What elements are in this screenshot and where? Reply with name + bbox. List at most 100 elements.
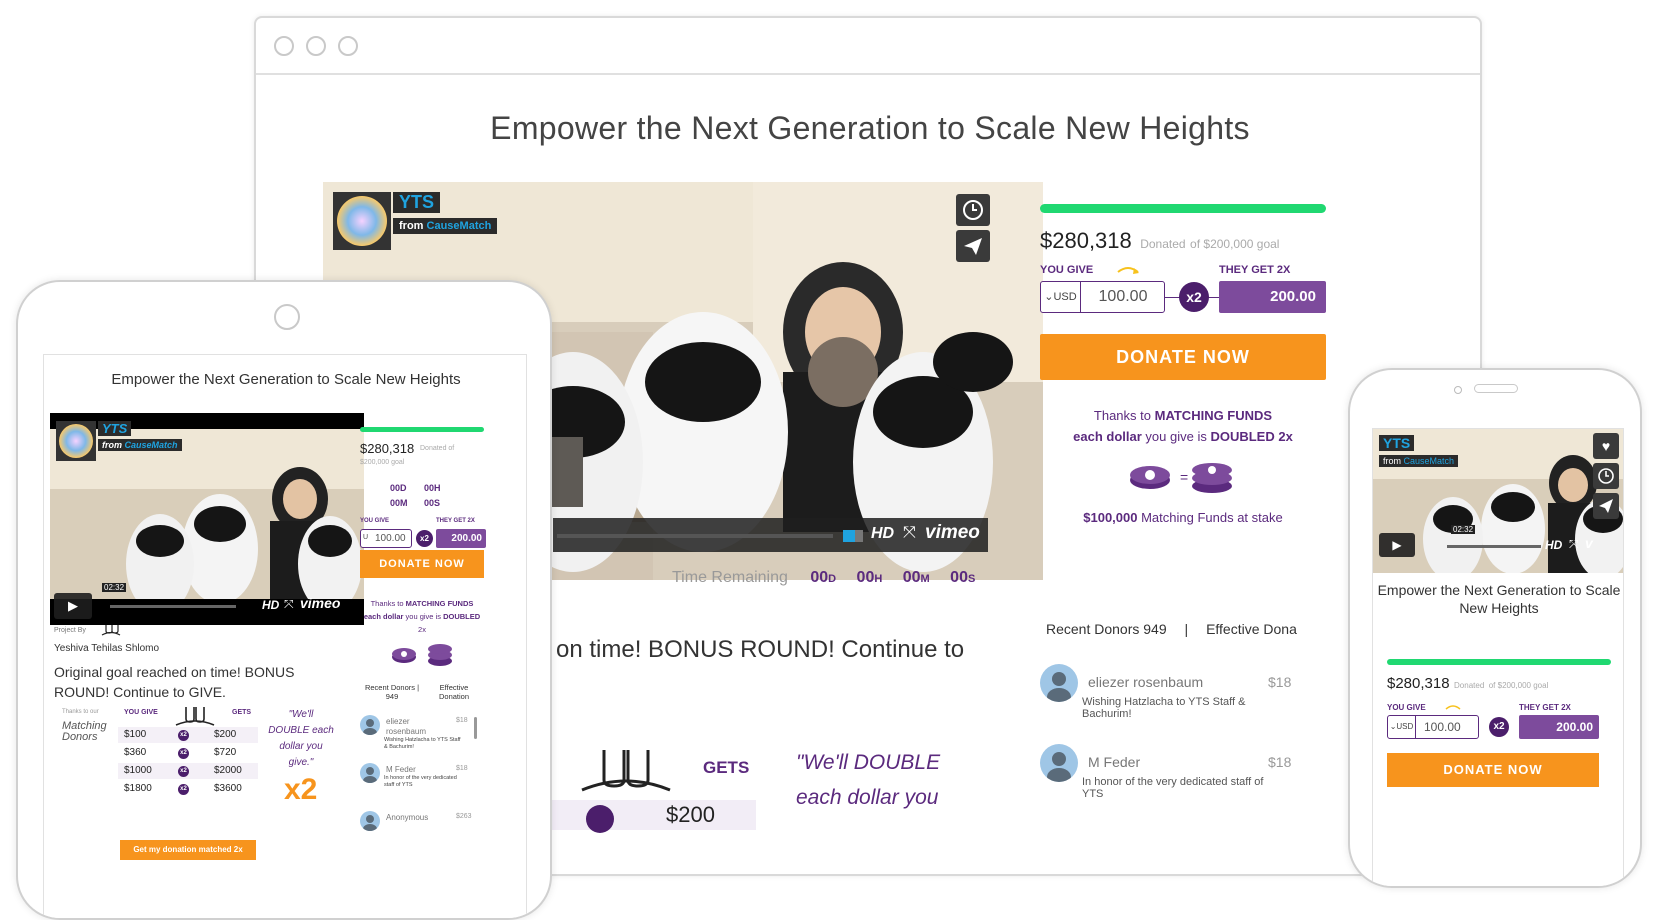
donated-amount: $280,318 bbox=[1387, 675, 1450, 692]
channel-name[interactable]: YTS bbox=[1379, 435, 1415, 451]
play-button[interactable]: ▶ bbox=[1379, 533, 1415, 557]
donated-summary: $280,318 Donated of $200,000 goal bbox=[1040, 228, 1340, 254]
byline-brand[interactable]: CauseMatch bbox=[125, 440, 178, 450]
currency-select[interactable]: ⌄USD bbox=[1041, 282, 1081, 312]
minutes-value: 00M bbox=[902, 569, 930, 586]
video-scrubber[interactable] bbox=[557, 534, 833, 538]
tab-effective-donation[interactable]: Effective Donation bbox=[430, 683, 478, 701]
tab-effective-donation[interactable]: Effective Dona bbox=[1206, 621, 1297, 637]
donor-tabs: Recent Donors 949 | Effective Dona bbox=[1046, 621, 1306, 637]
they-get-label: THEY GET 2X bbox=[1219, 264, 1291, 276]
matching-give: $1800 bbox=[124, 783, 152, 794]
fullscreen-icon[interactable]: ⤧ bbox=[903, 524, 916, 542]
get-matched-button[interactable]: Get my donation matched 2x bbox=[120, 840, 256, 860]
vimeo-logo[interactable]: vimeo bbox=[925, 522, 980, 544]
matching-row-preview: $200 bbox=[546, 800, 756, 833]
byline-from: from bbox=[102, 440, 122, 450]
org-name[interactable]: Yeshiva Tehilas Shlomo bbox=[54, 643, 159, 654]
donor-amount: $263 bbox=[456, 813, 472, 820]
donor-message: Wishing Hatzlacha to YTS Staff & Bachuri… bbox=[384, 737, 461, 750]
channel-avatar[interactable] bbox=[333, 192, 391, 250]
window-dot-icon[interactable] bbox=[274, 36, 294, 56]
vimeo-icon[interactable]: v bbox=[1585, 535, 1593, 551]
tablet-camera-button bbox=[274, 304, 300, 330]
share-button[interactable] bbox=[956, 230, 990, 262]
vimeo-logo[interactable]: vimeo bbox=[300, 595, 340, 611]
donor-avatar bbox=[1040, 744, 1078, 782]
channel-byline: from CauseMatch bbox=[1379, 455, 1459, 467]
matching-row-amount: $200 bbox=[666, 802, 715, 827]
x2-badge bbox=[586, 805, 614, 833]
amount-input[interactable]: 100.00 bbox=[375, 533, 406, 544]
double-quote-line2: each dollar you bbox=[796, 786, 939, 809]
channel-avatar[interactable] bbox=[56, 421, 96, 461]
amount-input-group: ⌄USD 100.00 bbox=[1387, 715, 1479, 739]
heart-icon: ♥ bbox=[1601, 438, 1611, 454]
clock-icon bbox=[1598, 468, 1614, 484]
double-quote-line1: "We'll DOUBLE bbox=[796, 751, 941, 774]
video-scrubber[interactable] bbox=[1447, 545, 1541, 548]
bonus-round-text: Original goal reached on time! BONUS ROU… bbox=[54, 664, 295, 700]
tablet-screen: Empower the Next Generation to Scale New… bbox=[43, 354, 527, 918]
fullscreen-icon[interactable]: ⤧ bbox=[284, 597, 294, 612]
play-button[interactable]: ▶ bbox=[54, 593, 92, 619]
they-get-amount: 200.00 bbox=[436, 529, 486, 548]
watch-later-button[interactable] bbox=[1593, 463, 1619, 489]
you-give-label: YOU GIVE bbox=[1387, 703, 1426, 712]
gets-label: GETS bbox=[703, 758, 750, 777]
volume-icon[interactable] bbox=[843, 530, 863, 542]
multiplier-badge: x2 bbox=[1489, 717, 1509, 737]
amount-input-group: ⌄USD 100.00 bbox=[1040, 281, 1165, 313]
campaign-video[interactable]: YTS from CauseMatch ♥ ▶ 02:32 HD ⤧ v bbox=[1373, 429, 1623, 573]
big-x2-label: x2 bbox=[284, 773, 318, 806]
channel-name[interactable]: YTS bbox=[393, 192, 441, 213]
matching-funds-note: Thanks to MATCHING FUNDS each dollar you… bbox=[1073, 408, 1293, 444]
hd-toggle[interactable]: HD bbox=[871, 525, 894, 543]
donor-list-scrollbar[interactable] bbox=[474, 717, 477, 739]
coins-icon: = bbox=[1130, 463, 1232, 493]
tab-recent-donors[interactable]: Recent Donors 949 bbox=[1046, 621, 1167, 637]
you-give-header: YOU GIVE bbox=[124, 709, 158, 716]
time-remaining: Time Remaining 00D 00H 00M 00S bbox=[672, 569, 1012, 593]
byline-brand[interactable]: CauseMatch bbox=[1404, 456, 1455, 466]
donor-item: eliezer rosenbaum $18 Wishing Hatzlacha to… bbox=[360, 715, 474, 761]
x2-badge: x2 bbox=[178, 766, 189, 777]
donated-label: Donated bbox=[1454, 681, 1485, 690]
send-icon bbox=[1599, 499, 1613, 513]
channel-name[interactable]: YTS bbox=[98, 421, 132, 436]
hd-toggle[interactable]: HD bbox=[1545, 538, 1562, 552]
currency-select[interactable]: U bbox=[363, 534, 368, 541]
amount-input[interactable]: 100.00 bbox=[1424, 720, 1461, 734]
like-button[interactable]: ♥ bbox=[1593, 433, 1619, 459]
donate-now-button[interactable]: DONATE NOW bbox=[1387, 753, 1599, 787]
they-get-amount: 200.00 bbox=[1519, 715, 1599, 739]
org-logo-icon bbox=[175, 707, 215, 726]
they-get-label: THEY GET 2X bbox=[1519, 703, 1571, 712]
campaign-video[interactable]: YTS from CauseMatch ▶ 02:32 HD ⤧ vimeo bbox=[50, 413, 364, 625]
hd-toggle[interactable]: HD bbox=[262, 598, 279, 612]
video-frame-image bbox=[50, 429, 364, 599]
window-dot-icon[interactable] bbox=[306, 36, 326, 56]
fullscreen-icon[interactable]: ⤧ bbox=[1569, 537, 1579, 552]
curved-arrow-icon bbox=[1445, 705, 1461, 710]
byline-brand[interactable]: CauseMatch bbox=[427, 220, 492, 232]
share-button[interactable] bbox=[1593, 493, 1619, 519]
donate-now-button[interactable]: DONATE NOW bbox=[1040, 334, 1326, 380]
phone-screen: YTS from CauseMatch ♥ ▶ 02:32 HD ⤧ v Emp… bbox=[1372, 428, 1624, 886]
matching-give: $100 bbox=[124, 729, 147, 740]
window-dot-icon[interactable] bbox=[338, 36, 358, 56]
tab-recent-donors[interactable]: Recent Donors | 949 bbox=[360, 683, 424, 701]
video-scrubber[interactable] bbox=[110, 605, 236, 608]
matching-stake: $100,000 Matching Funds at stake bbox=[1083, 510, 1283, 525]
matching-get: $200 bbox=[214, 729, 237, 740]
video-timestamp: 02:32 bbox=[102, 583, 127, 592]
matching-row: $100 x2 $200 bbox=[118, 727, 258, 743]
currency-select[interactable]: ⌄USD bbox=[1388, 716, 1416, 738]
donor-item: Anonymous $263 bbox=[360, 811, 474, 857]
donate-now-button[interactable]: DONATE NOW bbox=[360, 550, 484, 578]
coins-equals: = bbox=[1180, 469, 1188, 485]
x2-badge: x2 bbox=[178, 784, 189, 795]
watch-later-button[interactable] bbox=[956, 194, 990, 226]
amount-input[interactable]: 100.00 bbox=[1081, 282, 1165, 312]
donor-amount: $18 bbox=[1268, 754, 1292, 770]
